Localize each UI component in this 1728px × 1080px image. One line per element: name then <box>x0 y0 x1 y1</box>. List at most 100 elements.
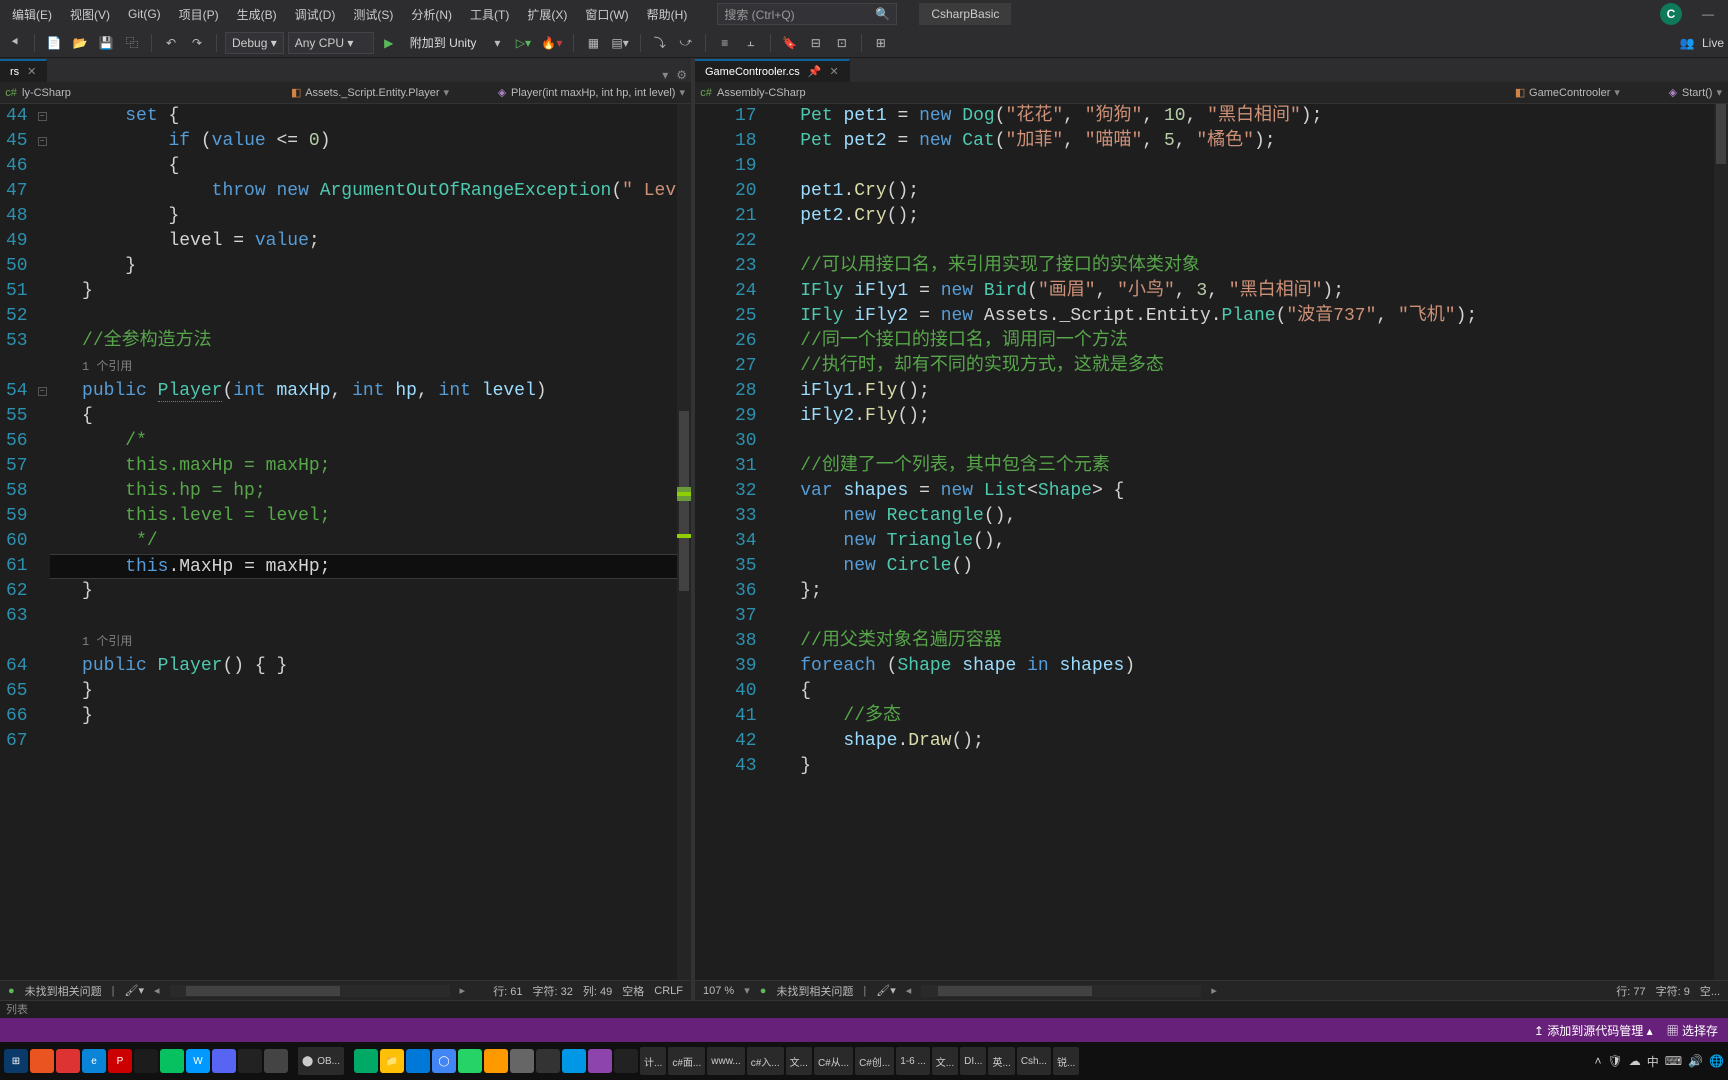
menu-item[interactable]: 生成(B) <box>229 2 285 27</box>
chrome-icon[interactable]: ◯ <box>432 1049 456 1073</box>
tray-network-icon[interactable]: 🌐 <box>1709 1054 1724 1068</box>
tray-icon[interactable]: 🛡 <box>1608 1054 1623 1068</box>
task-group[interactable]: www... <box>707 1047 744 1075</box>
toolbar-icon[interactable]: ⊞ <box>870 32 892 54</box>
app-icon[interactable] <box>536 1049 560 1073</box>
issues-label[interactable]: 未找到相关问题 <box>776 983 853 999</box>
uncomment-icon[interactable]: ⫠ <box>740 32 762 54</box>
eol-indicator[interactable]: CRLF <box>654 985 683 997</box>
task-group[interactable]: C#从... <box>814 1047 853 1075</box>
undo-icon[interactable]: ↶ <box>160 32 182 54</box>
app-icon[interactable] <box>212 1049 236 1073</box>
output-strip[interactable]: 列表 <box>0 1000 1728 1018</box>
brush-icon[interactable]: 🖌▾ <box>125 984 145 997</box>
scrollbar-thumb[interactable] <box>679 411 689 591</box>
horizontal-scrollbar[interactable] <box>921 985 1201 997</box>
menu-item[interactable]: 视图(V) <box>62 2 118 27</box>
app-icon[interactable] <box>30 1049 54 1073</box>
platform-dropdown[interactable]: Any CPU ▾ <box>288 32 374 54</box>
menu-item[interactable]: 分析(N) <box>403 2 460 27</box>
redo-icon[interactable]: ↷ <box>186 32 208 54</box>
bc-project[interactable]: c#ly-CSharp <box>4 86 71 100</box>
app-icon[interactable] <box>510 1049 534 1073</box>
app-icon[interactable] <box>134 1049 158 1073</box>
menu-item[interactable]: 工具(T) <box>462 2 517 27</box>
explorer-icon[interactable]: 📁 <box>380 1049 404 1073</box>
right-code-editor[interactable]: 1718192021222324252627282930313233343536… <box>695 104 1728 980</box>
task-group[interactable]: ⬤ OB... <box>298 1047 344 1075</box>
chevron-down-icon[interactable]: ▾ <box>677 86 687 99</box>
start-target-label[interactable]: 附加到 Unity <box>404 34 483 51</box>
issues-ok-icon[interactable]: ● <box>760 985 767 997</box>
tray-volume-icon[interactable]: 🔊 <box>1688 1054 1703 1068</box>
menu-item[interactable]: 测试(S) <box>345 2 401 27</box>
bc-class[interactable]: GameControoler <box>1529 87 1610 99</box>
task-group[interactable]: 英... <box>988 1047 1014 1075</box>
bc-member[interactable]: Start() <box>1682 87 1713 99</box>
repo-selector[interactable]: ▦ 选择存 <box>1667 1022 1718 1039</box>
app-icon[interactable]: P <box>108 1049 132 1073</box>
app-icon[interactable] <box>484 1049 508 1073</box>
task-group[interactable]: c#面... <box>668 1047 705 1075</box>
issues-label[interactable]: 未找到相关问题 <box>25 983 102 999</box>
menu-item[interactable]: 项目(P) <box>171 2 227 27</box>
fold-toggle[interactable]: − <box>38 137 47 146</box>
brush-icon[interactable]: 🖌▾ <box>876 984 896 997</box>
app-icon[interactable] <box>588 1049 612 1073</box>
bookmark-icon[interactable]: 🔖 <box>779 32 801 54</box>
menu-item[interactable]: Git(G) <box>120 3 169 25</box>
code-content[interactable]: Pet pet1 = new Dog("花花", "狗狗", 10, "黑白相间… <box>779 104 1714 980</box>
step-over-icon[interactable]: ⤻ <box>675 32 697 54</box>
toolbar-icon[interactable]: ▤▾ <box>608 32 631 54</box>
task-group[interactable]: c#入... <box>747 1047 784 1075</box>
app-icon[interactable] <box>56 1049 80 1073</box>
source-control-button[interactable]: ↥ 添加到源代码管理 ▴ <box>1534 1022 1653 1039</box>
app-icon[interactable]: W <box>186 1049 210 1073</box>
task-group[interactable]: DI... <box>960 1047 986 1075</box>
char-indicator[interactable]: 字符: 32 <box>533 983 573 999</box>
app-icon[interactable] <box>238 1049 262 1073</box>
fold-toggle[interactable]: − <box>38 112 47 121</box>
system-tray[interactable]: ˄ 🛡 ☁ 中 ⌨ 🔊 🌐 <box>1595 1053 1725 1070</box>
save-icon[interactable]: 💾 <box>95 32 117 54</box>
vertical-scrollbar[interactable] <box>1714 104 1728 980</box>
menu-item[interactable]: 调试(D) <box>287 2 344 27</box>
task-group[interactable]: 1-6 ... <box>896 1047 930 1075</box>
char-indicator[interactable]: 字符: 9 <box>1656 983 1690 999</box>
menu-item[interactable]: 编辑(E) <box>4 2 60 27</box>
bc-project[interactable]: c#Assembly-CSharp <box>699 86 806 100</box>
toolbar-icon[interactable]: ⊟ <box>805 32 827 54</box>
tray-ime[interactable]: 中 <box>1647 1053 1659 1070</box>
line-indicator[interactable]: 行: 61 <box>493 983 522 999</box>
tab-settings-icon[interactable]: ⚙ <box>672 68 691 82</box>
task-group[interactable]: C#创... <box>855 1047 894 1075</box>
spaces-indicator[interactable]: 空格 <box>622 983 644 999</box>
menu-item[interactable]: 扩展(X) <box>519 2 575 27</box>
scrollbar-thumb[interactable] <box>186 986 340 996</box>
tray-icon[interactable]: ⌨ <box>1665 1054 1682 1068</box>
liveshare-label[interactable]: Live <box>1702 36 1724 50</box>
task-group[interactable]: 文... <box>932 1047 958 1075</box>
chevron-down-icon[interactable]: ▾ <box>1612 86 1622 99</box>
scrollbar-thumb[interactable] <box>1716 104 1726 164</box>
editor-tab[interactable]: rs ✕ <box>0 59 47 82</box>
left-code-editor[interactable]: 44454647484950515253 5455565758596061626… <box>0 104 691 980</box>
app-icon[interactable] <box>458 1049 482 1073</box>
menu-item[interactable]: 窗口(W) <box>577 2 636 27</box>
bc-member[interactable]: Player(int maxHp, int hp, int level) <box>511 87 675 99</box>
back-button[interactable]: ⯇ <box>4 32 26 54</box>
app-icon[interactable] <box>614 1049 638 1073</box>
fold-gutter[interactable]: − − − <box>36 104 50 980</box>
line-indicator[interactable]: 行: 77 <box>1616 983 1645 999</box>
start-no-debug-button[interactable]: ▷▾ <box>512 32 534 54</box>
app-icon[interactable] <box>562 1049 586 1073</box>
app-icon[interactable] <box>264 1049 288 1073</box>
task-group[interactable]: 文... <box>786 1047 812 1075</box>
code-content[interactable]: set { if (value <= 0) { throw new Argume… <box>50 104 677 980</box>
start-debugging-button[interactable]: ▶ <box>378 32 400 54</box>
tray-icon[interactable]: ☁ <box>1629 1054 1641 1068</box>
bc-namespace[interactable]: Assets._Script.Entity.Player <box>305 87 439 99</box>
app-icon[interactable] <box>354 1049 378 1073</box>
comment-icon[interactable]: ≡ <box>714 32 736 54</box>
search-input[interactable]: 搜索 (Ctrl+Q) 🔍 <box>717 3 897 25</box>
